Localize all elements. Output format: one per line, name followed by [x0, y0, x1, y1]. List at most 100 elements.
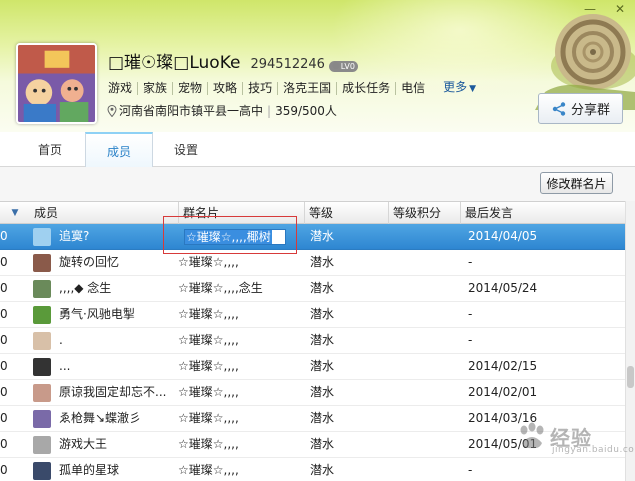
- member-name: ゑ枪舞↘蝶澈彡: [59, 411, 142, 425]
- share-group-button[interactable]: 分享群: [538, 93, 623, 124]
- table-row[interactable]: 追寞? ☆璀璨☆,,,,椰树 潜水 0 2014/04/05: [0, 224, 625, 250]
- tag-item[interactable]: 宠物: [172, 82, 207, 95]
- tag-item[interactable]: 家族: [137, 82, 172, 95]
- last-post-date: -: [468, 307, 473, 321]
- group-card-edit-value: ☆璀璨☆,,,,椰树: [185, 230, 272, 244]
- vertical-scrollbar[interactable]: [625, 201, 635, 481]
- level-points: 0: [0, 411, 8, 425]
- tag-item[interactable]: 成长任务: [336, 82, 395, 95]
- member-level: 潜水: [310, 463, 335, 477]
- tag-item[interactable]: 攻略: [207, 82, 242, 95]
- tag-item[interactable]: 技巧: [242, 82, 277, 95]
- member-level: 潜水: [310, 411, 335, 425]
- level-points: 0: [0, 255, 8, 269]
- table-row[interactable]: 游戏大王 ☆璀璨☆,,,, 潜水 0 2014/05/01: [0, 432, 625, 458]
- member-name: 游戏大王: [59, 437, 108, 451]
- member-level: 潜水: [310, 385, 335, 399]
- member-avatar[interactable]: [33, 306, 51, 324]
- member-name: 勇气·风驰电掣: [59, 307, 135, 321]
- member-level: 潜水: [310, 229, 335, 243]
- member-avatar[interactable]: [33, 358, 51, 376]
- table-row[interactable]: 原谅我固定却忘不... ☆璀璨☆,,,, 潜水 0 2014/02/01: [0, 380, 625, 406]
- member-count: 359/500人: [275, 104, 337, 118]
- group-card: ☆璀璨☆,,,,: [178, 255, 239, 269]
- divider: |: [267, 103, 272, 118]
- member-avatar[interactable]: [33, 436, 51, 454]
- member-name: 追寞?: [59, 229, 90, 243]
- level-badge: ● LV0: [328, 60, 358, 72]
- member-avatar[interactable]: [33, 228, 51, 246]
- location-pin-icon: [107, 104, 117, 117]
- tag-item[interactable]: 游戏: [108, 82, 137, 95]
- share-icon: [552, 101, 566, 116]
- level-points: 0: [0, 385, 8, 399]
- member-name: 孤单的星球: [59, 463, 120, 477]
- group-card: ☆璀璨☆,,,,: [178, 463, 239, 477]
- member-table-body: 追寞? ☆璀璨☆,,,,椰树 潜水 0 2014/04/05 旋转の回忆 ☆璀璨☆,,,, 潜…: [0, 224, 625, 481]
- level-points: 0: [0, 359, 8, 373]
- column-header-points[interactable]: 等级积分: [388, 202, 460, 224]
- tab-bar: 首页 成员 设置: [0, 132, 635, 168]
- member-avatar[interactable]: [33, 254, 51, 272]
- level-badge-text: LV0: [340, 61, 355, 71]
- column-header-level[interactable]: 等级: [304, 202, 388, 224]
- group-card: ☆璀璨☆,,,,: [178, 411, 239, 425]
- table-row[interactable]: 旋转の回忆 ☆璀璨☆,,,, 潜水 0 -: [0, 250, 625, 276]
- more-tags-button[interactable]: 更多 ▼: [438, 81, 481, 96]
- tab-settings[interactable]: 设置: [162, 132, 210, 167]
- last-post-date: 2014/03/16: [468, 411, 538, 425]
- window-controls: — ✕: [575, 0, 635, 18]
- tag-item[interactable]: 洛克王国: [277, 82, 336, 95]
- group-card: ☆璀璨☆,,,,: [178, 385, 239, 399]
- group-card: ☆璀璨☆,,,,念生: [178, 281, 263, 295]
- caret-down-icon: ▼: [469, 84, 477, 94]
- column-header-member[interactable]: 成员: [30, 202, 178, 224]
- drop-icon: ●: [331, 61, 340, 71]
- last-post-date: -: [468, 255, 473, 269]
- last-post-date: 2014/02/01: [468, 385, 538, 399]
- member-level: 潜水: [310, 255, 335, 269]
- tag-item[interactable]: 电信: [395, 82, 430, 95]
- member-level: 潜水: [310, 307, 335, 321]
- level-points: 0: [0, 307, 8, 321]
- member-avatar[interactable]: [33, 410, 51, 428]
- tab-members[interactable]: 成员: [85, 132, 153, 168]
- member-avatar[interactable]: [33, 280, 51, 298]
- column-header-card[interactable]: 群名片: [178, 202, 304, 224]
- group-card: ☆璀璨☆,,,,: [178, 333, 239, 347]
- member-level: 潜水: [310, 333, 335, 347]
- last-post-date: 2014/02/15: [468, 359, 538, 373]
- sort-arrow-icon[interactable]: ▼: [0, 202, 30, 224]
- minimize-button[interactable]: —: [575, 0, 605, 18]
- last-post-date: -: [468, 463, 473, 477]
- group-avatar-image: [18, 45, 95, 122]
- member-avatar[interactable]: [33, 332, 51, 350]
- column-header-last-post[interactable]: 最后发言: [460, 202, 625, 224]
- table-row[interactable]: ,,,,◆ 念生 ☆璀璨☆,,,,念生 潜水 0 2014/05/24: [0, 276, 625, 302]
- group-header: — ✕ □璀☉璨□LuoKe 294512246 ● LV0 游戏 家族 宠物 …: [0, 0, 635, 132]
- edit-group-card-button[interactable]: 修改群名片: [540, 172, 613, 194]
- group-id: 294512246: [250, 57, 325, 72]
- member-name: ,,,,◆ 念生: [59, 281, 112, 295]
- group-avatar[interactable]: [16, 43, 97, 124]
- group-card-edit-input[interactable]: ☆璀璨☆,,,,椰树: [184, 229, 286, 245]
- group-location: 河南省南阳市镇平县一高中 | 359/500人: [107, 102, 337, 119]
- table-row[interactable]: 孤单的星球 ☆璀璨☆,,,, 潜水 0 -: [0, 458, 625, 481]
- tab-home[interactable]: 首页: [26, 132, 74, 167]
- table-row[interactable]: 勇气·风驰电掣 ☆璀璨☆,,,, 潜水 0 -: [0, 302, 625, 328]
- close-button[interactable]: ✕: [605, 0, 635, 18]
- table-row[interactable]: ゑ枪舞↘蝶澈彡 ☆璀璨☆,,,, 潜水 0 2014/03/16: [0, 406, 625, 432]
- table-row[interactable]: ... ☆璀璨☆,,,, 潜水 0 2014/02/15: [0, 354, 625, 380]
- more-label: 更多: [443, 80, 468, 94]
- group-title: □璀☉璨□LuoKe 294512246 ● LV0: [108, 48, 358, 73]
- share-label: 分享群: [570, 103, 610, 118]
- member-avatar[interactable]: [33, 384, 51, 402]
- member-level: 潜水: [310, 281, 335, 295]
- member-avatar[interactable]: [33, 462, 51, 480]
- last-post-date: 2014/05/24: [468, 281, 538, 295]
- member-level: 潜水: [310, 437, 335, 451]
- member-name: ...: [59, 359, 71, 373]
- table-row[interactable]: . ☆璀璨☆,,,, 潜水 0 -: [0, 328, 625, 354]
- scrollbar-thumb[interactable]: [627, 366, 634, 388]
- last-post-date: -: [468, 333, 473, 347]
